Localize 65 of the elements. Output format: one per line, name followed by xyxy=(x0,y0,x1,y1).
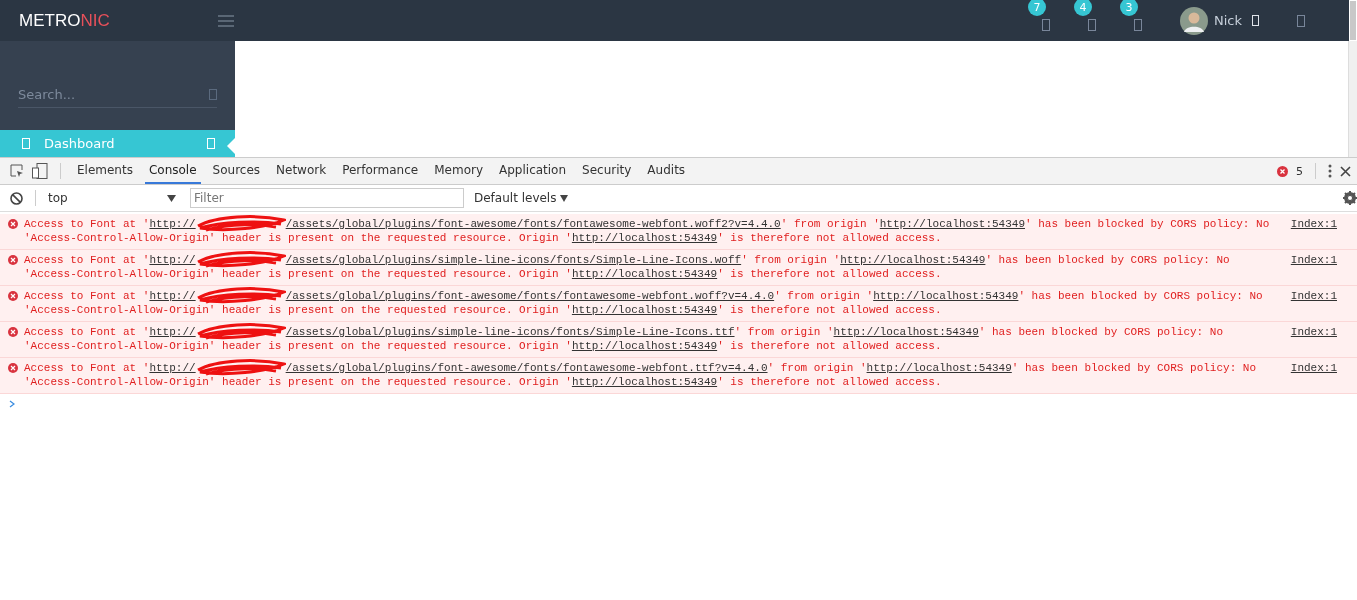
error-icon xyxy=(8,219,18,229)
error-count[interactable]: 5 xyxy=(1296,164,1303,178)
url-link[interactable]: http:// /assets/global/plugins/simple-line-icons/fonts/Simple-Line-Icons.ttf xyxy=(149,326,735,338)
filter-field[interactable]: Filter xyxy=(190,188,464,208)
url-link[interactable]: http://localhost:54349 xyxy=(866,362,1012,374)
error-message: Access to Font at 'http:// /assets/global/plugins/font-awesome/fonts/fontawesome-webfont.woff?v=4.4.0' from origin 'http://localhost:54349' has been blocked by CORS policy: No 'Access-Control-Allow-Origin' header is present on the requested resource. Origin 'http://localhost:54349' is therefore not allowed access. xyxy=(24,289,1285,317)
devtools-tab[interactable]: Performance xyxy=(338,158,423,184)
url-link[interactable]: http://localhost:54349 xyxy=(571,232,718,244)
user-name[interactable]: Nick xyxy=(1214,13,1242,28)
glyph-box-icon xyxy=(22,138,30,149)
devtools-tab[interactable]: Security xyxy=(578,158,636,184)
url-link[interactable]: http://localhost:54349 xyxy=(833,326,979,338)
error-icon xyxy=(8,363,18,373)
error-message: Access to Font at 'http:// /assets/global/plugins/font-awesome/fonts/fontawesome-webfont.ttf?v=4.4.0' from origin 'http://localhost:54349' has been blocked by CORS policy: No 'Access-Control-Allow-Origin' header is present on the requested resource. Origin 'http://localhost:54349' is therefore not allowed access. xyxy=(24,361,1285,389)
devtools-tab[interactable]: Network xyxy=(272,158,331,184)
url-link[interactable]: http:// /assets/global/plugins/font-awesome/fonts/fontawesome-webfont.woff?v=4.4.0 xyxy=(149,290,775,302)
source-link[interactable]: Index:1 xyxy=(1290,253,1337,267)
dropdown-arrow-icon xyxy=(167,194,176,202)
source-link[interactable]: Index:1 xyxy=(1290,361,1337,375)
error-icon xyxy=(8,255,18,265)
error-icon xyxy=(8,291,18,301)
search-field[interactable]: Search... xyxy=(18,87,209,102)
notification-badge: 4 xyxy=(1074,0,1092,16)
devtools-tab[interactable]: Memory xyxy=(430,158,487,184)
context-select[interactable]: top xyxy=(48,191,182,205)
url-link[interactable]: http:// /assets/global/plugins/font-awesome/fonts/fontawesome-webfont.ttf?v=4.4.0 xyxy=(149,362,768,374)
clear-icon[interactable] xyxy=(10,191,23,205)
devtools-tab[interactable]: Sources xyxy=(208,158,265,184)
url-link[interactable]: http://localhost:54349 xyxy=(879,218,1025,230)
glyph-box-icon xyxy=(207,138,215,149)
inspect-icon[interactable] xyxy=(10,164,24,178)
prompt-icon[interactable] xyxy=(9,400,15,408)
url-link[interactable]: http://localhost:54349 xyxy=(873,290,1019,302)
avatar[interactable] xyxy=(1180,6,1208,35)
devtools-tab[interactable]: Console xyxy=(144,158,201,184)
error-message: Access to Font at 'http:// /assets/global/plugins/simple-line-icons/fonts/Simple-Line-Icons.ttf' from origin 'http://localhost:54349' has been blocked by CORS policy: No 'Access-Control-Allow-Origin' header is present on the requested resource. Origin 'http://localhost:54349' is therefore not allowed access. xyxy=(24,325,1285,353)
dropdown-arrow-icon xyxy=(560,194,569,202)
logo[interactable]: METRONIC xyxy=(19,10,110,31)
devtools-tab[interactable]: Elements xyxy=(73,158,137,184)
url-link[interactable]: http://localhost:54349 xyxy=(571,304,718,316)
url-link[interactable]: http://localhost:54349 xyxy=(571,376,718,388)
scrollbar-thumb[interactable] xyxy=(1349,0,1357,41)
levels-dropdown[interactable]: Default levels xyxy=(474,191,569,205)
scrollbar[interactable] xyxy=(1348,41,1357,157)
devtools-tab[interactable]: Application xyxy=(495,158,571,184)
error-icon xyxy=(1277,165,1288,177)
source-link[interactable]: Index:1 xyxy=(1290,289,1337,303)
error-message: Access to Font at 'http:// /assets/global/plugins/font-awesome/fonts/fontawesome-webfont.woff2?v=4.4.0' from origin 'http://localhost:54349' has been blocked by CORS policy: No 'Access-Control-Allow-Origin' header is present on the requested resource. Origin 'http://localhost:54349' is therefore not allowed access. xyxy=(24,217,1285,245)
notification-badge: 3 xyxy=(1120,0,1138,16)
url-link[interactable]: http://localhost:54349 xyxy=(571,268,718,280)
device-icon[interactable] xyxy=(32,163,48,179)
more-icon[interactable] xyxy=(1328,164,1332,178)
url-link[interactable]: http:// /assets/global/plugins/font-awesome/fonts/fontawesome-webfont.woff2?v=4.4.0 xyxy=(149,218,781,230)
url-link[interactable]: http://localhost:54349 xyxy=(571,340,718,352)
notification-badge: 7 xyxy=(1028,0,1046,16)
source-link[interactable]: Index:1 xyxy=(1290,217,1337,231)
close-icon[interactable] xyxy=(1340,165,1351,177)
source-link[interactable]: Index:1 xyxy=(1290,325,1337,339)
glyph-box-icon xyxy=(209,89,217,100)
url-link[interactable]: http:// /assets/global/plugins/simple-line-icons/fonts/Simple-Line-Icons.woff xyxy=(149,254,742,266)
devtools-tab[interactable]: Audits xyxy=(643,158,690,184)
url-link[interactable]: http://localhost:54349 xyxy=(840,254,986,266)
error-icon xyxy=(8,327,18,337)
settings-icon[interactable] xyxy=(1343,191,1357,205)
error-message: Access to Font at 'http:// /assets/global/plugins/simple-line-icons/fonts/Simple-Line-Icons.woff' from origin 'http://localhost:54349' has been blocked by CORS policy: No 'Access-Control-Allow-Origin' header is present on the requested resource. Origin 'http://localhost:54349' is therefore not allowed access. xyxy=(24,253,1285,281)
